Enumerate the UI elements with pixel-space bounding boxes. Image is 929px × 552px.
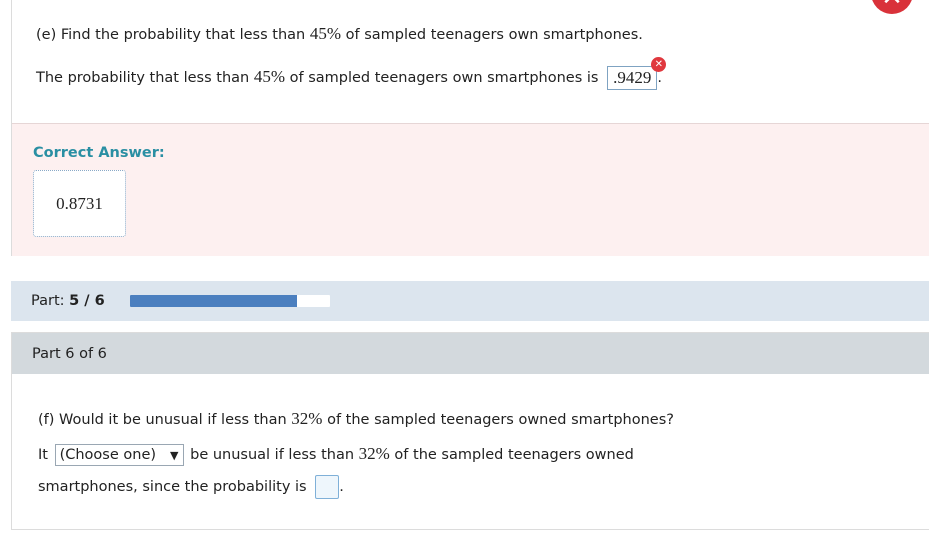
part-f-probability-line: smartphones, since the probability is .: [38, 475, 344, 499]
incorrect-icon: ✕: [651, 57, 667, 72]
question-text: (e) Find the probability that less than: [36, 27, 310, 43]
answer-line-prefix: It: [38, 447, 48, 463]
statement-text-end: of sampled teenagers own smartphones is: [285, 70, 599, 86]
progress-track: [130, 295, 330, 307]
correct-answer-title: Correct Answer:: [33, 145, 165, 161]
part-e-question: (e) Find the probability that less than …: [36, 24, 643, 44]
submitted-answer-value: .9429: [613, 68, 652, 87]
dropdown-value: (Choose one): [59, 447, 157, 463]
correct-answer-box: 0.8731: [33, 170, 126, 237]
progress-fill: [130, 295, 297, 307]
part-e-card: (e) Find the probability that less than …: [11, 0, 929, 256]
probability-input[interactable]: [315, 475, 340, 499]
caret-down-icon: ▼: [170, 448, 179, 462]
question-f-percent: 32%: [291, 409, 323, 428]
probability-line-text: smartphones, since the probability is: [38, 479, 307, 495]
probability-line-period: .: [339, 479, 344, 495]
choose-one-dropdown[interactable]: (Choose one) ▼: [54, 444, 184, 466]
question-percent: 45%: [309, 24, 341, 43]
statement-percent: 45%: [253, 67, 286, 86]
correct-answer-panel: Correct Answer: 0.8731: [12, 123, 929, 256]
part-progress-bar: Part: 5 / 6: [11, 281, 929, 321]
correct-answer-value: 0.8731: [56, 193, 103, 213]
answer-line-middle: be unusual if less than: [190, 447, 359, 463]
statement-text: The probability that less than: [36, 70, 254, 86]
part-f-question: (f) Would it be unusual if less than 32%…: [38, 409, 674, 429]
part-label-value: 5 / 6: [69, 293, 105, 309]
question-f-text-end: of the sampled teenagers owned smartphon…: [322, 412, 674, 428]
answer-line-suffix: of the sampled teenagers owned: [389, 447, 634, 463]
part-f-answer-line: It (Choose one) ▼ be unusual if less tha…: [38, 444, 634, 466]
part-label-prefix: Part:: [31, 293, 70, 309]
answer-line-percent: 32%: [358, 444, 390, 463]
part-progress-label: Part: 5 / 6: [31, 293, 105, 309]
part-6-header: Part 6 of 6: [12, 333, 929, 374]
statement-period: .: [657, 70, 662, 86]
question-f-text: (f) Would it be unusual if less than: [38, 412, 292, 428]
submitted-answer-field[interactable]: .9429 ✕: [607, 57, 667, 90]
part-6-title: Part 6 of 6: [32, 346, 107, 362]
question-text-end: of sampled teenagers own smartphones.: [341, 27, 643, 43]
part-e-statement: The probability that less than 45% of sa…: [36, 57, 667, 90]
part-6-card: Part 6 of 6 (f) Would it be unusual if l…: [11, 332, 929, 530]
